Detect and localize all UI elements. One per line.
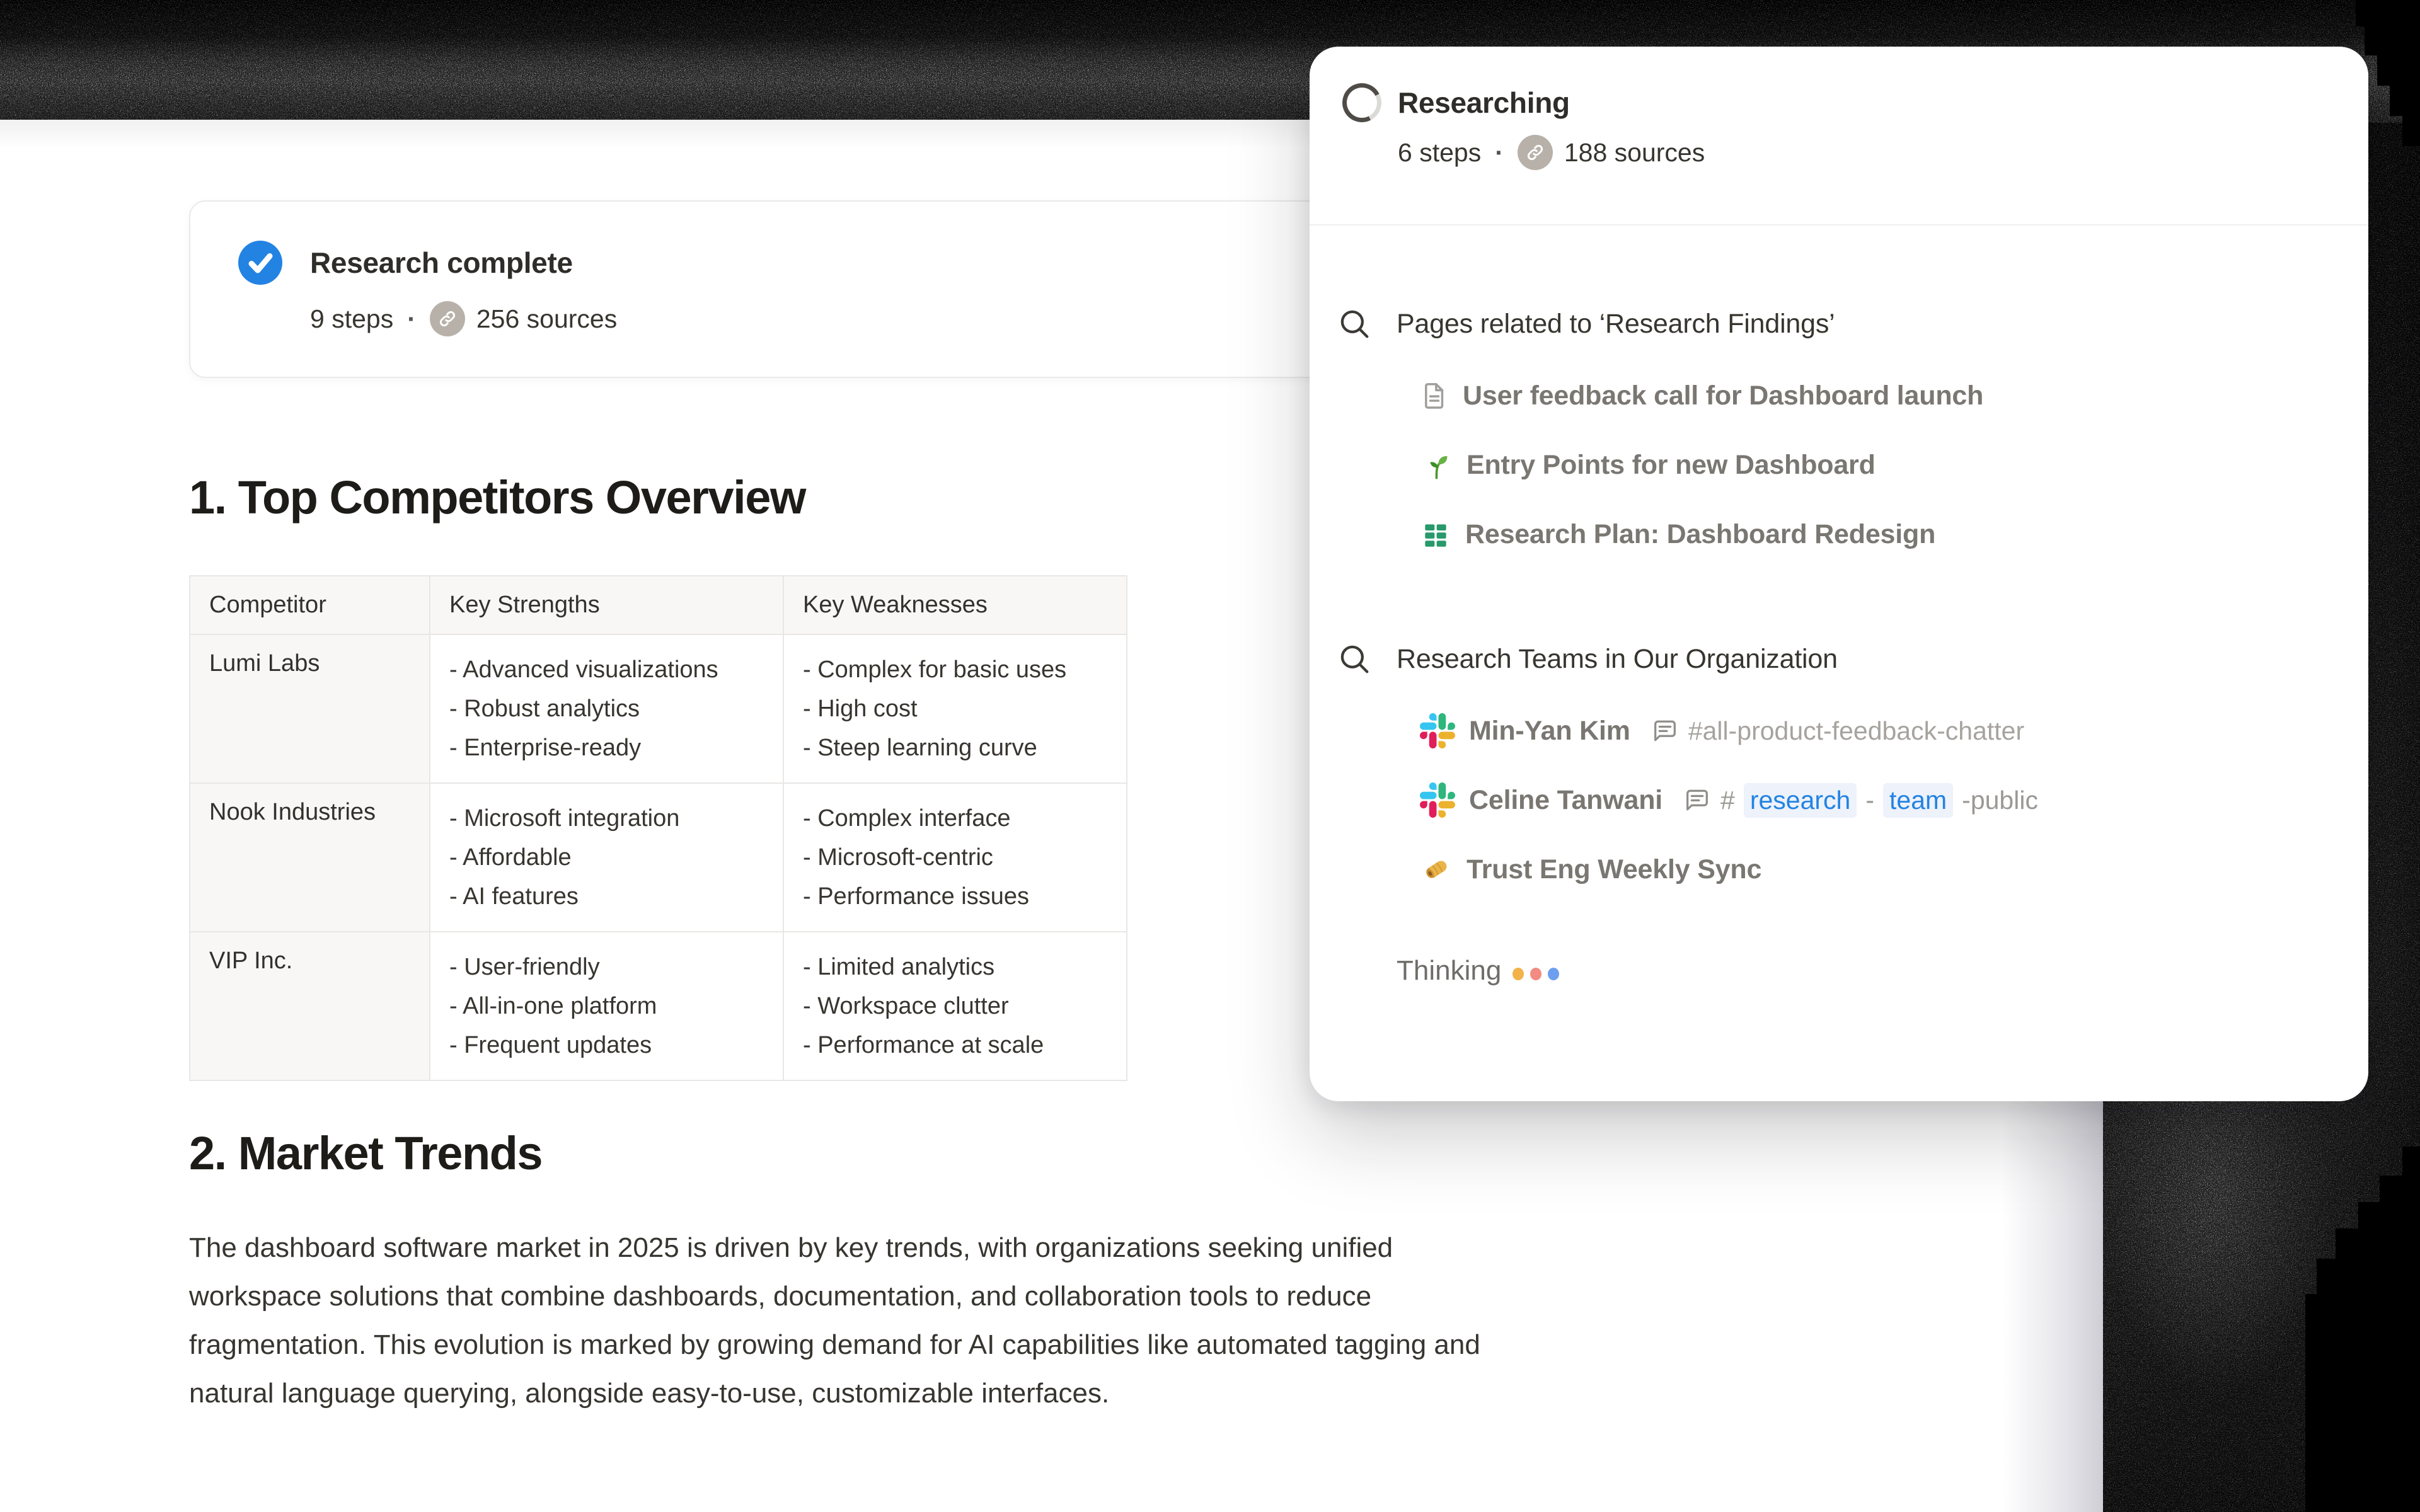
panel-title: Researching: [1398, 86, 1570, 120]
steps-count: 9 steps: [310, 304, 393, 334]
result-item-page[interactable]: Trust Eng Weekly Sync: [1420, 849, 2333, 890]
result-item-page[interactable]: User feedback call for Dashboard launch: [1420, 375, 2333, 416]
channel-link-team[interactable]: team: [1883, 783, 1953, 818]
result-item-label[interactable]: Trust Eng Weekly Sync: [1466, 854, 1761, 885]
search-step-pages: Pages related to ‘Research Findings’: [1337, 305, 2333, 343]
column-header-strengths: Key Strengths: [430, 576, 783, 634]
competitor-name: VIP Inc.: [190, 932, 430, 1080]
competitor-name: Nook Industries: [190, 783, 430, 932]
slack-icon: [1420, 782, 1455, 818]
competitors-table: Competitor Key Strengths Key Weaknesses …: [189, 575, 1127, 1081]
strength-item: - Microsoft integration: [449, 799, 764, 838]
strengths-cell: - Microsoft integration - Affordable - A…: [430, 783, 783, 932]
paragraph-line: The dashboard software market in 2025 is…: [189, 1223, 1480, 1272]
paragraph-line: natural language querying, alongside eas…: [189, 1369, 1480, 1418]
strength-item: - Affordable: [449, 838, 764, 877]
strength-item: - Enterprise-ready: [449, 728, 764, 767]
table-row: Nook Industries - Microsoft integration …: [190, 783, 1127, 932]
strength-item: - Frequent updates: [449, 1026, 764, 1065]
column-header-weaknesses: Key Weaknesses: [783, 576, 1127, 634]
researching-panel: Researching 6 steps · 188 sources: [1310, 47, 2368, 1101]
comment-icon: [1651, 716, 1680, 745]
separator-dot: ·: [1492, 138, 1506, 168]
result-item-person[interactable]: Min-Yan Kim #all-product-feedback-chatte…: [1420, 711, 2333, 751]
strength-item: - AI features: [449, 877, 764, 916]
result-item-label[interactable]: Entry Points for new Dashboard: [1466, 450, 1876, 481]
link-icon: [1518, 135, 1553, 170]
competitor-name: Lumi Labs: [190, 634, 430, 783]
weakness-item: - Steep learning curve: [803, 728, 1107, 767]
weakness-item: - Performance issues: [803, 877, 1107, 916]
weaknesses-cell: - Complex for basic uses - High cost - S…: [783, 634, 1127, 783]
channel-dash: -: [1865, 786, 1874, 815]
weakness-item: - Complex for basic uses: [803, 650, 1107, 689]
result-item-person[interactable]: Celine Tanwani # research: [1420, 780, 2333, 820]
channel-link-research[interactable]: research: [1744, 783, 1857, 818]
seedling-icon: [1420, 449, 1453, 481]
result-item-label[interactable]: User feedback call for Dashboard launch: [1463, 381, 1983, 411]
loading-spinner-icon: [1337, 78, 1386, 127]
panel-steps-count: 6 steps: [1398, 138, 1481, 168]
separator-dot: ·: [405, 304, 418, 334]
screenshot-canvas: Research complete 9 steps · 256 sources …: [0, 0, 2420, 1512]
strength-item: - Advanced visualizations: [449, 650, 764, 689]
document-icon: [1420, 381, 1449, 410]
comment-icon: [1683, 786, 1712, 815]
heading-market-trends: 2. Market Trends: [189, 1126, 542, 1180]
panel-body: Pages related to ‘Research Findings’: [1310, 226, 2368, 987]
sources-count: 256 sources: [476, 304, 617, 334]
dot-red: [1530, 968, 1541, 980]
column-header-competitor: Competitor: [190, 576, 430, 634]
burrito-icon: [1420, 853, 1453, 886]
search-query-label: Research Teams in Our Organization: [1397, 644, 1838, 675]
weakness-item: - Complex interface: [803, 799, 1107, 838]
table-row: VIP Inc. - User-friendly - All-in-one pl…: [190, 932, 1127, 1080]
result-list: User feedback call for Dashboard launch …: [1337, 375, 2333, 554]
weakness-item: - Workspace clutter: [803, 987, 1107, 1026]
slack-icon: [1420, 713, 1455, 748]
result-list: Min-Yan Kim #all-product-feedback-chatte…: [1337, 711, 2333, 890]
panel-sources-count: 188 sources: [1564, 138, 1705, 168]
channel-hash: #: [1720, 786, 1735, 815]
weaknesses-cell: - Limited analytics - Workspace clutter …: [783, 932, 1127, 1080]
search-icon: [1337, 642, 1371, 676]
slack-channel-label[interactable]: #all-product-feedback-chatter: [1688, 716, 2024, 746]
strength-item: - All-in-one platform: [449, 987, 764, 1026]
weakness-item: - High cost: [803, 689, 1107, 728]
result-item-label[interactable]: Research Plan: Dashboard Redesign: [1465, 519, 1935, 550]
paragraph-line: fragmentation. This evolution is marked …: [189, 1320, 1480, 1369]
channel-suffix: -public: [1962, 786, 2038, 815]
result-item-page[interactable]: Research Plan: Dashboard Redesign: [1420, 514, 2333, 554]
result-item-label[interactable]: Celine Tanwani: [1469, 785, 1662, 816]
thinking-label: Thinking: [1397, 955, 1501, 987]
weakness-item: - Microsoft-centric: [803, 838, 1107, 877]
dot-blue: [1548, 968, 1559, 980]
check-circle-icon: [238, 241, 282, 285]
search-step-teams: Research Teams in Our Organization: [1337, 640, 2333, 678]
strength-item: - User-friendly: [449, 948, 764, 987]
weakness-item: - Limited analytics: [803, 948, 1107, 987]
table-header-row: Competitor Key Strengths Key Weaknesses: [190, 576, 1127, 634]
dot-orange: [1512, 968, 1524, 980]
thinking-dots-icon: [1512, 968, 1559, 980]
panel-header: Researching 6 steps · 188 sources: [1310, 47, 2368, 224]
heading-top-competitors: 1. Top Competitors Overview: [189, 471, 805, 524]
link-icon: [430, 301, 465, 336]
weaknesses-cell: - Complex interface - Microsoft-centric …: [783, 783, 1127, 932]
search-icon: [1337, 307, 1371, 341]
market-trends-paragraph: The dashboard software market in 2025 is…: [189, 1223, 1480, 1418]
paragraph-line: workspace solutions that combine dashboa…: [189, 1272, 1480, 1320]
result-item-page[interactable]: Entry Points for new Dashboard: [1420, 445, 2333, 485]
table-row: Lumi Labs - Advanced visualizations - Ro…: [190, 634, 1127, 783]
strengths-cell: - Advanced visualizations - Robust analy…: [430, 634, 783, 783]
spreadsheet-icon: [1420, 518, 1451, 550]
strengths-cell: - User-friendly - All-in-one platform - …: [430, 932, 783, 1080]
result-item-label[interactable]: Min-Yan Kim: [1469, 716, 1630, 747]
strength-item: - Robust analytics: [449, 689, 764, 728]
search-query-label: Pages related to ‘Research Findings’: [1397, 309, 1835, 340]
research-complete-title: Research complete: [310, 246, 573, 280]
weakness-item: - Performance at scale: [803, 1026, 1107, 1065]
thinking-status: Thinking: [1397, 955, 2333, 987]
